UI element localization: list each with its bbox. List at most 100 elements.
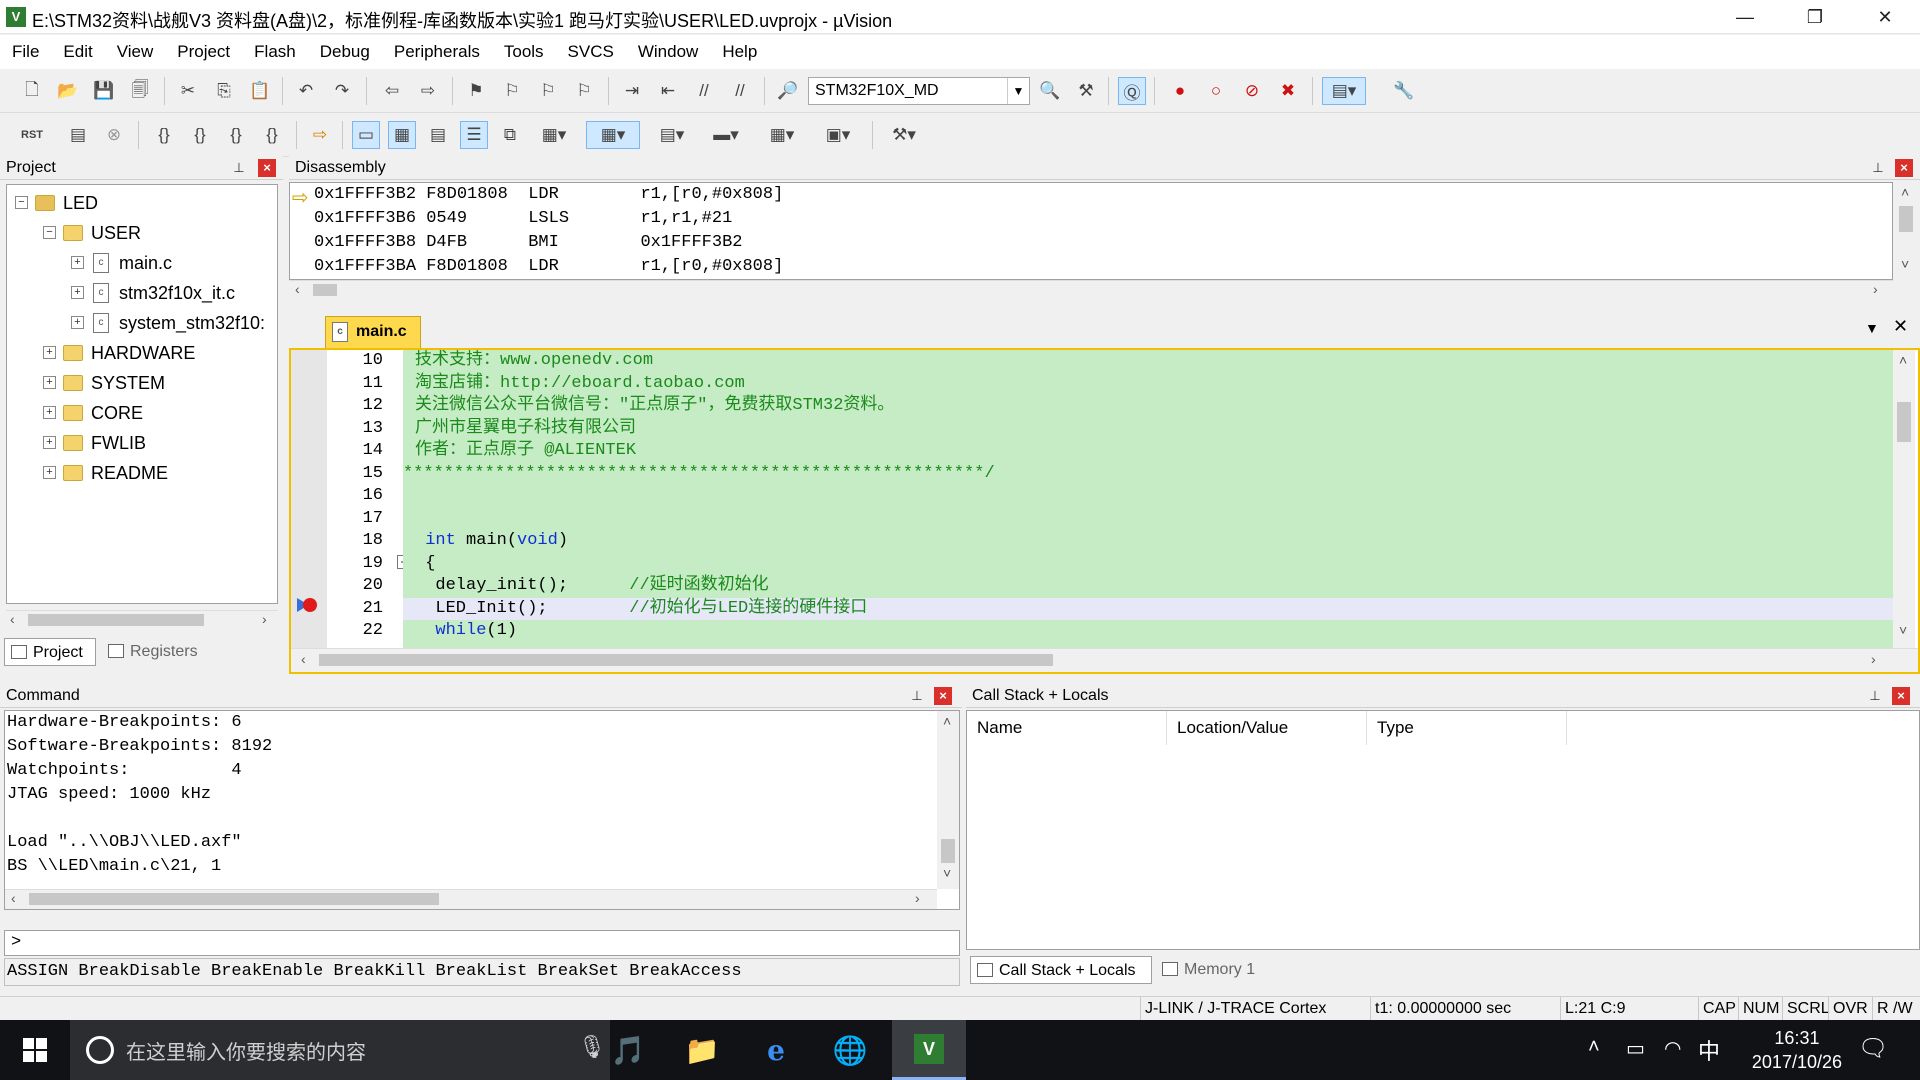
project-hscrollbar[interactable]: ‹ › — [6, 610, 278, 628]
scroll-left-icon[interactable]: ‹ — [301, 651, 306, 667]
restore-button[interactable]: ❐ — [1780, 0, 1850, 34]
unindent-icon[interactable]: ⇤ — [654, 77, 682, 105]
command-hscrollbar[interactable]: ‹ › — [5, 889, 937, 909]
paste-icon[interactable]: 📋 — [246, 77, 274, 105]
command-output[interactable]: Hardware-Breakpoints: 6 Software-Breakpo… — [4, 710, 960, 910]
taskbar-clock[interactable]: 16:31 2017/10/26 — [1752, 1026, 1842, 1074]
chevron-down-icon[interactable]: ▼ — [1007, 78, 1029, 104]
pin-icon[interactable]: ⊥ — [1866, 687, 1884, 705]
breakpoint-marker-icon[interactable] — [297, 596, 319, 614]
editor-vscrollbar[interactable]: ˄ ˅ — [1893, 350, 1915, 648]
expand-icon[interactable]: + — [43, 406, 56, 419]
disassembly-window-icon[interactable]: ▦ — [388, 121, 416, 149]
tab-memory-1[interactable]: Memory 1 — [1156, 956, 1276, 984]
target-select[interactable]: STM32F10X_MD ▼ — [808, 77, 1030, 105]
clear-bookmarks-icon[interactable]: ⚐ — [570, 77, 598, 105]
tree-item-core[interactable]: + CORE — [11, 399, 271, 427]
scroll-right-icon[interactable]: › — [1871, 651, 1876, 667]
configure-icon[interactable]: ⚒ — [1072, 77, 1100, 105]
prev-bookmark-icon[interactable]: ⚐ — [498, 77, 526, 105]
edge-browser-icon[interactable]: e — [740, 1020, 812, 1080]
scroll-down-icon[interactable]: ˅ — [943, 865, 951, 881]
expand-icon[interactable]: + — [43, 436, 56, 449]
expand-icon[interactable]: + — [71, 316, 84, 329]
stop-icon[interactable]: ⊗ — [100, 121, 128, 149]
analysis-window-icon[interactable]: ▬▾ — [704, 121, 748, 149]
uvision-taskbar-icon[interactable]: V — [892, 1020, 966, 1080]
tab-registers[interactable]: Registers — [102, 638, 212, 666]
scroll-up-icon[interactable]: ˄ — [943, 713, 951, 729]
tree-item-hardware[interactable]: + HARDWARE — [11, 339, 271, 367]
menu-view[interactable]: View — [105, 35, 166, 69]
call-stack-window-icon[interactable]: ⧉ — [496, 121, 524, 149]
tree-item-main-c[interactable]: + c main.c — [11, 249, 271, 277]
close-icon[interactable]: × — [258, 159, 276, 177]
save-all-icon[interactable]: 🗐 — [126, 77, 154, 105]
scroll-left-icon[interactable]: ‹ — [10, 611, 15, 627]
tab-call-stack-locals[interactable]: Call Stack + Locals — [970, 956, 1152, 984]
close-editor-icon[interactable]: ✕ — [1893, 316, 1908, 337]
close-window-button[interactable]: ✕ — [1850, 0, 1920, 34]
close-icon[interactable]: × — [1895, 159, 1913, 177]
close-icon[interactable]: × — [1892, 687, 1910, 705]
copy-icon[interactable]: ⎘ — [210, 77, 238, 105]
redo-icon[interactable]: ↷ — [328, 77, 356, 105]
scroll-up-icon[interactable]: ˄ — [1899, 352, 1907, 368]
column-header-type[interactable]: Type — [1367, 711, 1567, 745]
serial-window-icon[interactable]: ▤▾ — [650, 121, 694, 149]
comment-icon[interactable]: // — [690, 77, 718, 105]
itunes-icon[interactable]: 🎵 — [592, 1020, 664, 1080]
trace-window-icon[interactable]: ▦▾ — [760, 121, 804, 149]
minimize-button[interactable]: — — [1710, 0, 1780, 34]
scroll-right-icon[interactable]: › — [915, 890, 920, 906]
step-out-icon[interactable]: {} — [222, 121, 250, 149]
column-header-location[interactable]: Location/Value — [1167, 711, 1367, 745]
windows-start-icon[interactable] — [0, 1020, 70, 1080]
expand-icon[interactable]: + — [43, 466, 56, 479]
disassembly-vscrollbar[interactable]: ˄ ˅ — [1895, 182, 1917, 280]
code-editor[interactable]: 10 11 12 13 14 15 16 17 18 19 20 21 22 −… — [289, 348, 1920, 674]
tray-chevron-up-icon[interactable]: ˄ — [1588, 1036, 1600, 1059]
debug-session-icon[interactable]: Ⓠ — [1118, 77, 1146, 105]
scroll-right-icon[interactable]: › — [262, 611, 267, 627]
tree-item-user[interactable]: − USER — [11, 219, 271, 247]
expand-icon[interactable]: + — [43, 346, 56, 359]
indent-icon[interactable]: ⇥ — [618, 77, 646, 105]
save-icon[interactable]: 💾 — [90, 77, 118, 105]
menu-peripherals[interactable]: Peripherals — [382, 35, 492, 69]
insert-breakpoint-icon[interactable]: ● — [1166, 77, 1194, 105]
chrome-like-app-icon[interactable]: 🌐 — [814, 1020, 886, 1080]
open-file-icon[interactable]: 📂 — [54, 77, 82, 105]
wrench-icon[interactable]: 🔧 — [1390, 77, 1418, 105]
scroll-down-icon[interactable]: ˅ — [1899, 622, 1907, 638]
symbols-window-icon[interactable]: ▤ — [424, 121, 452, 149]
memory-window-icon[interactable]: ▦▾ — [586, 121, 640, 149]
close-icon[interactable]: × — [934, 687, 952, 705]
menu-svcs[interactable]: SVCS — [556, 35, 626, 69]
pin-icon[interactable]: ⊥ — [230, 159, 248, 177]
menu-project[interactable]: Project — [165, 35, 242, 69]
scroll-up-icon[interactable]: ˄ — [1901, 184, 1909, 200]
scroll-right-icon[interactable]: › — [1873, 281, 1878, 297]
tree-item-fwlib[interactable]: + FWLIB — [11, 429, 271, 457]
next-bookmark-icon[interactable]: ⚐ — [534, 77, 562, 105]
menu-help[interactable]: Help — [710, 35, 769, 69]
reset-icon[interactable]: RST — [18, 121, 46, 149]
tree-item-system[interactable]: + SYSTEM — [11, 369, 271, 397]
navigate-back-icon[interactable]: ⇦ — [378, 77, 406, 105]
kill-breakpoints-icon[interactable]: ✖ — [1274, 77, 1302, 105]
run-icon[interactable]: ▤ — [64, 121, 92, 149]
step-into-icon[interactable]: {} — [150, 121, 178, 149]
enable-breakpoint-icon[interactable]: ○ — [1202, 77, 1230, 105]
window-layout-icon[interactable]: ▤▾ — [1322, 77, 1366, 105]
pin-icon[interactable]: ⊥ — [908, 687, 926, 705]
uncomment-icon[interactable]: // — [726, 77, 754, 105]
show-next-statement-icon[interactable]: ⇨ — [306, 121, 334, 149]
command-window-icon[interactable]: ▭ — [352, 121, 380, 149]
breakpoint-gutter[interactable] — [291, 350, 327, 648]
callstack-table[interactable]: Name Location/Value Type — [966, 710, 1920, 950]
undo-icon[interactable]: ↶ — [292, 77, 320, 105]
find-in-files-icon[interactable]: 🔎 — [774, 77, 802, 105]
tab-main-c[interactable]: c main.c — [325, 316, 421, 348]
menu-debug[interactable]: Debug — [308, 35, 382, 69]
